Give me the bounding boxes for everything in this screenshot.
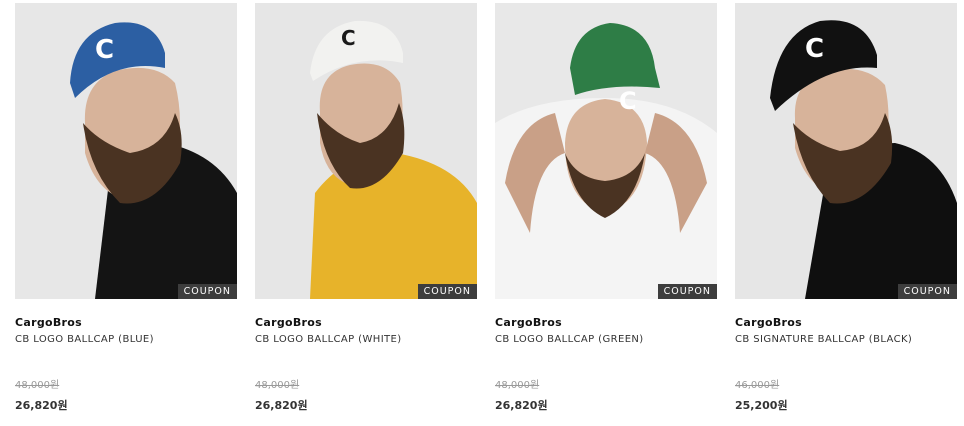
svg-text:C: C [95,35,114,65]
brand-name[interactable]: CargoBros [255,316,322,329]
sale-price: 25,200원 [735,399,788,412]
model-photo: C [735,3,957,299]
product-card[interactable]: C COUPON CargoBros CB LOGO BALLCAP (BLUE… [15,3,237,423]
product-grid: C COUPON CargoBros CB LOGO BALLCAP (BLUE… [15,3,957,423]
original-price: 48,000원 [495,380,540,391]
model-photo: C [15,3,237,299]
sale-price: 26,820원 [495,399,548,412]
product-card[interactable]: C COUPON CargoBros CB LOGO BALLCAP (GREE… [495,3,717,423]
product-card[interactable]: C COUPON CargoBros CB LOGO BALLCAP (WHIT… [255,3,477,423]
product-image[interactable]: C COUPON [255,3,477,299]
original-price: 48,000원 [255,380,300,391]
original-price: 48,000원 [15,380,60,391]
svg-text:C: C [341,26,356,50]
product-image[interactable]: C COUPON [15,3,237,299]
coupon-badge[interactable]: COUPON [417,284,477,299]
product-name[interactable]: CB LOGO BALLCAP (WHITE) [255,334,402,345]
svg-text:C: C [805,34,824,64]
coupon-badge[interactable]: COUPON [177,284,237,299]
coupon-badge[interactable]: COUPON [897,284,957,299]
sale-price: 26,820원 [15,399,68,412]
product-name[interactable]: CB LOGO BALLCAP (BLUE) [15,334,154,345]
model-photo: C [255,3,477,299]
product-name[interactable]: CB LOGO BALLCAP (GREEN) [495,334,644,345]
sale-price: 26,820원 [255,399,308,412]
brand-name[interactable]: CargoBros [735,316,802,329]
brand-name[interactable]: CargoBros [495,316,562,329]
brand-name[interactable]: CargoBros [15,316,82,329]
original-price: 46,000원 [735,380,780,391]
product-image[interactable]: C COUPON [735,3,957,299]
svg-text:C: C [619,87,637,115]
coupon-badge[interactable]: COUPON [657,284,717,299]
model-photo: C [495,3,717,299]
product-name[interactable]: CB SIGNATURE BALLCAP (BLACK) [735,334,912,345]
product-image[interactable]: C COUPON [495,3,717,299]
product-card[interactable]: C COUPON CargoBros CB SIGNATURE BALLCAP … [735,3,957,423]
